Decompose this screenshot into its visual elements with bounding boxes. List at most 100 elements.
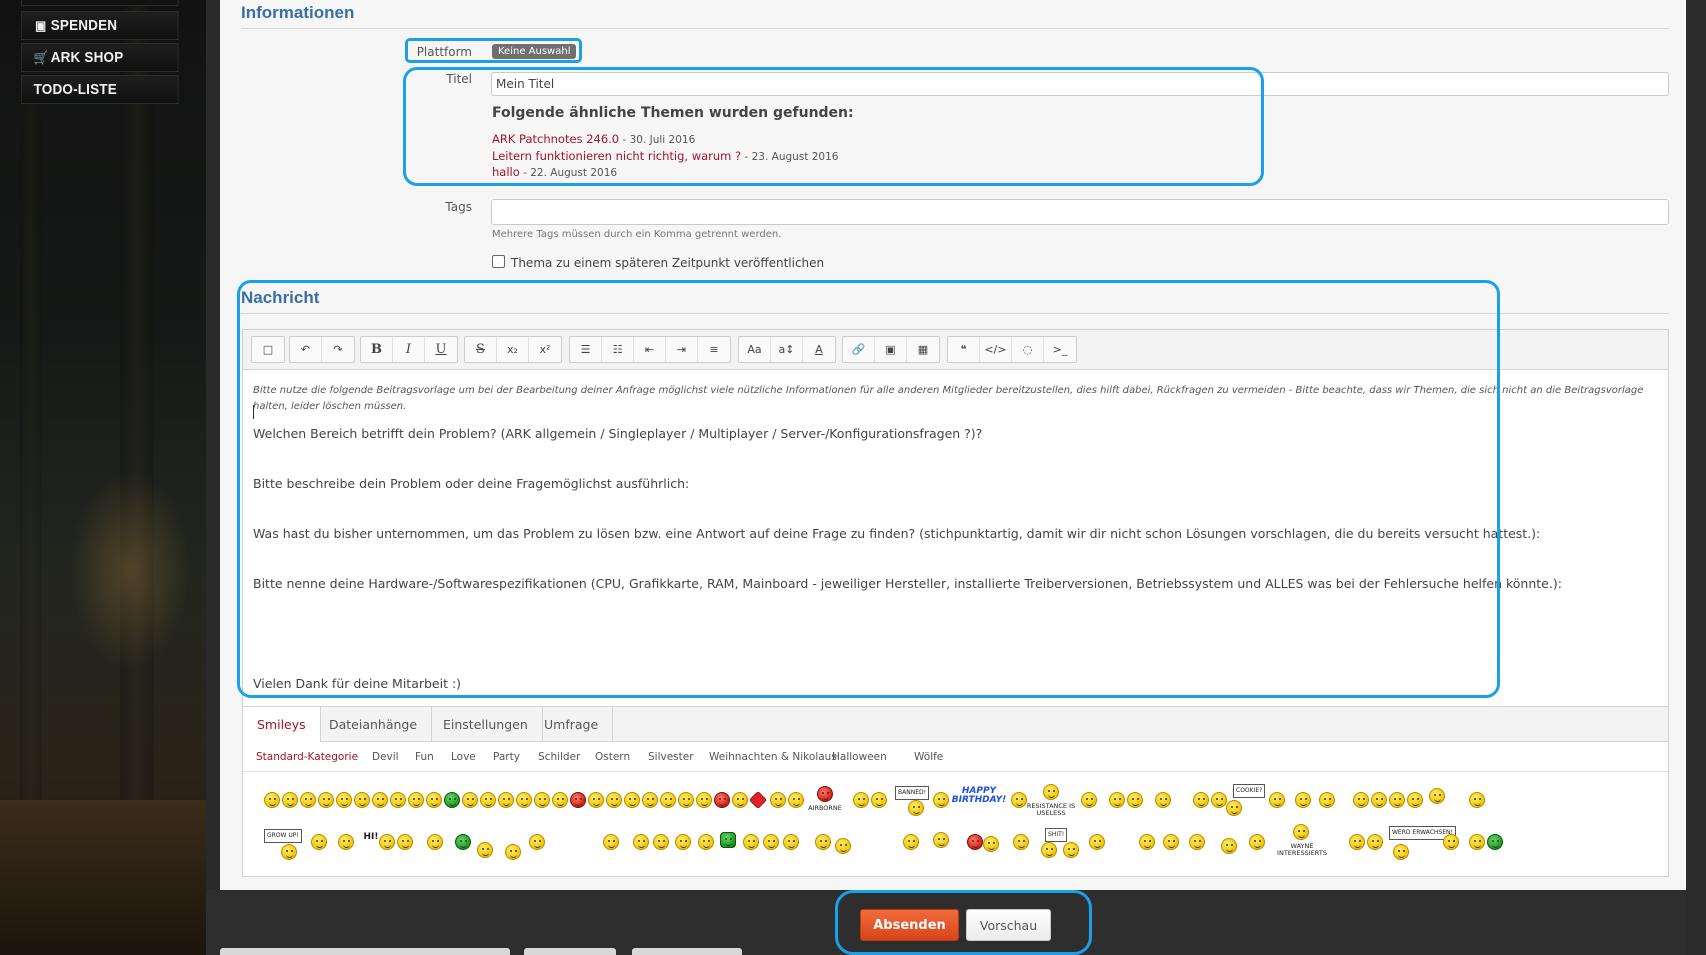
similar-topic-link[interactable]: ARK Patchnotes 246.0 — [492, 132, 619, 146]
title-input[interactable]: Mein Titel — [491, 72, 1669, 96]
ordered-list-button[interactable]: ☰ — [570, 337, 602, 362]
smiley-icon[interactable] — [1407, 792, 1423, 808]
smiley-icon[interactable] — [908, 800, 924, 816]
smiley-icon[interactable] — [311, 834, 327, 850]
image-button[interactable]: ▣ — [875, 337, 907, 362]
smiley-icon[interactable] — [1429, 788, 1445, 804]
smiley-icon[interactable] — [1081, 792, 1097, 808]
smiley-icon[interactable] — [633, 834, 649, 850]
smiley-icon[interactable] — [606, 792, 622, 808]
smiley-banned-sign[interactable]: BANNED! — [895, 786, 930, 800]
smiley-category[interactable]: Fun — [415, 751, 434, 763]
smiley-icon[interactable] — [282, 792, 298, 808]
smiley-icon[interactable] — [1189, 834, 1205, 850]
smiley-icon[interactable] — [281, 844, 297, 860]
smiley-icon[interactable] — [698, 834, 714, 850]
smiley-category[interactable]: Silvester — [648, 751, 694, 763]
smiley-icon[interactable] — [933, 792, 949, 808]
smiley-birthday-label[interactable]: HAPPY BIRTHDAY! — [951, 787, 1007, 805]
smiley-icon[interactable] — [817, 786, 833, 802]
smiley-icon[interactable] — [1353, 792, 1369, 808]
smiley-icon[interactable] — [1487, 834, 1503, 850]
smiley-icon[interactable] — [783, 834, 799, 850]
smiley-icon[interactable] — [505, 844, 521, 860]
smiley-icon[interactable] — [788, 792, 804, 808]
smiley-icon[interactable] — [770, 792, 786, 808]
italic-button[interactable]: I — [393, 337, 425, 362]
code-button[interactable]: </> — [980, 337, 1012, 362]
smiley-icon[interactable] — [264, 792, 280, 808]
sidebar-item-todo-liste[interactable]: TODO-LISTE — [21, 75, 179, 104]
smiley-icon[interactable] — [1319, 792, 1335, 808]
smiley-icon[interactable] — [1469, 834, 1485, 850]
smiley-icon[interactable] — [300, 792, 316, 808]
smiley-category[interactable]: Weihnachten & Nikolaus — [709, 751, 837, 763]
link-button[interactable]: 🔗 — [843, 337, 875, 362]
smiley-icon[interactable] — [696, 792, 712, 808]
smiley-icon[interactable] — [372, 792, 388, 808]
smiley-icon[interactable] — [763, 834, 779, 850]
preview-button[interactable]: Vorschau — [966, 909, 1051, 941]
strikethrough-button[interactable]: S — [465, 337, 497, 362]
smiley-icon[interactable] — [1011, 792, 1027, 808]
font-color-button[interactable]: A — [803, 337, 835, 362]
sidebar-item-spenden[interactable]: ▣ SPENDEN — [21, 11, 179, 40]
bold-button[interactable]: B — [361, 337, 393, 362]
editor-text-area[interactable]: Bitte nutze die folgende Beitragsvorlage… — [243, 370, 1668, 710]
smiley-icon[interactable] — [1163, 834, 1179, 850]
smiley-icon[interactable] — [390, 792, 406, 808]
smiley-icon[interactable] — [983, 836, 999, 852]
smiley-icon[interactable] — [603, 834, 619, 850]
smiley-icon[interactable] — [675, 834, 691, 850]
unordered-list-button[interactable]: ☷ — [602, 337, 634, 362]
redo-button[interactable]: ↷ — [322, 337, 354, 362]
smiley-icon[interactable] — [624, 792, 640, 808]
smiley-icon[interactable] — [379, 834, 395, 850]
smiley-icon[interactable] — [338, 834, 354, 850]
quote-button[interactable]: ❝ — [948, 337, 980, 362]
smiley-icon[interactable] — [1139, 834, 1155, 850]
tab-einstellungen[interactable]: Einstellungen — [429, 707, 543, 742]
smiley-icon[interactable] — [480, 792, 496, 808]
smiley-icon[interactable] — [967, 834, 983, 850]
tags-input[interactable] — [491, 199, 1669, 225]
table-button[interactable]: ▦ — [907, 337, 939, 362]
smiley-icon[interactable] — [720, 832, 736, 848]
underline-button[interactable]: U — [425, 337, 457, 362]
smiley-icon[interactable] — [336, 792, 352, 808]
smiley-icon[interactable] — [1041, 842, 1057, 858]
tab-umfrage[interactable]: Umfrage — [530, 707, 614, 742]
smiley-category[interactable]: Ostern — [595, 751, 630, 763]
smiley-hi-label[interactable]: HI! — [363, 833, 379, 842]
superscript-button[interactable]: x² — [529, 337, 561, 362]
publish-later-checkbox[interactable] — [492, 255, 505, 268]
smiley-category[interactable]: Love — [451, 751, 476, 763]
similar-topic-link[interactable]: Leitern funktionieren nicht richtig, war… — [492, 149, 741, 163]
devil-icon[interactable] — [714, 792, 730, 808]
smiley-icon[interactable] — [1295, 792, 1311, 808]
smiley-icon[interactable] — [534, 792, 550, 808]
smiley-icon[interactable] — [835, 838, 851, 854]
heart-icon[interactable] — [748, 790, 768, 810]
indent-button[interactable]: ⇥ — [666, 337, 698, 362]
smiley-icon[interactable] — [1371, 792, 1387, 808]
smiley-icon[interactable] — [570, 792, 586, 808]
smiley-icon[interactable] — [1063, 842, 1079, 858]
smiley-icon[interactable] — [653, 834, 669, 850]
smiley-icon[interactable] — [815, 834, 831, 850]
smiley-icon[interactable] — [1089, 834, 1105, 850]
smiley-icon[interactable] — [1109, 792, 1125, 808]
smiley-icon[interactable] — [1469, 792, 1485, 808]
font-family-button[interactable]: Aa — [739, 337, 771, 362]
smiley-icon[interactable] — [354, 792, 370, 808]
smiley-category[interactable]: Standard-Kategorie — [256, 751, 358, 763]
undo-button[interactable]: ↶ — [290, 337, 322, 362]
smiley-shit-sign[interactable]: SHIT! — [1045, 828, 1068, 842]
smiley-icon[interactable] — [516, 792, 532, 808]
smiley-icon[interactable] — [1155, 792, 1171, 808]
smiley-category[interactable]: Devil — [372, 751, 399, 763]
smiley-icon[interactable] — [427, 834, 443, 850]
smiley-icon[interactable] — [462, 792, 478, 808]
smiley-icon[interactable] — [426, 792, 442, 808]
smiley-category[interactable]: Halloween — [832, 751, 887, 763]
